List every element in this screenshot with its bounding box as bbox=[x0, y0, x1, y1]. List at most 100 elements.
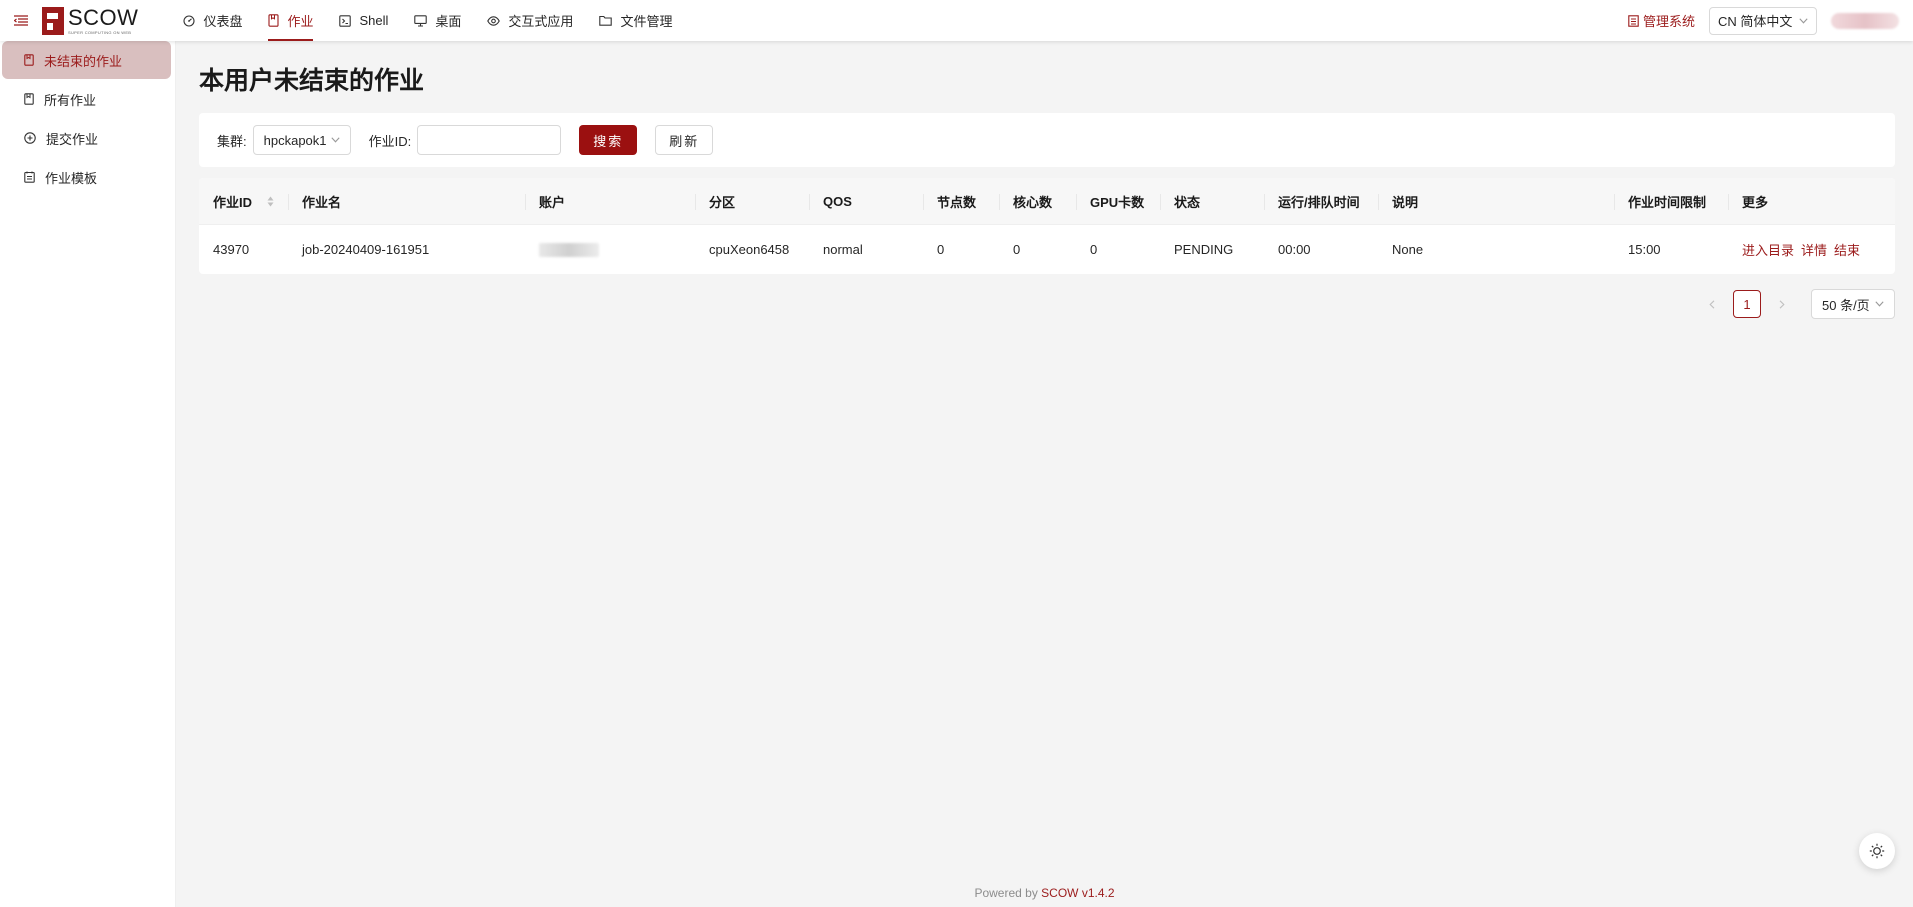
footer: Powered by SCOW v1.4.2 bbox=[176, 886, 1913, 900]
column-header-label: 账户 bbox=[539, 194, 566, 210]
nav-item-label: 文件管理 bbox=[620, 14, 673, 29]
prev-page-icon[interactable] bbox=[1697, 289, 1727, 319]
page-size-value: 50 条/页 bbox=[1822, 297, 1870, 313]
sidebar-item-label: 所有作业 bbox=[44, 92, 97, 108]
column-header-label: 核心数 bbox=[1013, 194, 1053, 210]
column-header-state: 状态 bbox=[1160, 178, 1264, 225]
nav-item-interactive-apps[interactable]: 交互式应用 bbox=[474, 0, 586, 41]
column-header-label: 作业时间限制 bbox=[1628, 194, 1707, 210]
desktop-icon bbox=[414, 14, 428, 27]
chevron-down-icon bbox=[331, 137, 340, 143]
page-size-select[interactable]: 50 条/页 bbox=[1811, 289, 1895, 319]
sidebar-item-all-jobs[interactable]: 所有作业 bbox=[2, 80, 171, 118]
cell-time-limit: 15:00 bbox=[1628, 242, 1661, 257]
nav-item-label: 作业 bbox=[287, 14, 314, 29]
sidebar-item-label: 提交作业 bbox=[46, 131, 99, 147]
language-select[interactable]: CN 简体中文 bbox=[1709, 6, 1817, 35]
theme-toggle-button[interactable] bbox=[1859, 833, 1895, 869]
column-header-label: 节点数 bbox=[937, 194, 977, 210]
column-header-label: 分区 bbox=[709, 194, 736, 210]
nav-item-jobs[interactable]: 作业 bbox=[255, 0, 326, 41]
cell-state: PENDING bbox=[1174, 242, 1234, 257]
logo-mark-icon bbox=[42, 6, 64, 35]
column-header-job-id[interactable]: 作业ID bbox=[199, 178, 288, 225]
nav-item-dashboard[interactable]: 仪表盘 bbox=[170, 0, 255, 41]
template-icon bbox=[24, 171, 35, 183]
column-header-account: 账户 bbox=[525, 178, 695, 225]
cell-actions: 进入目录 详情 结束 bbox=[1728, 225, 1895, 274]
job-icon bbox=[24, 54, 34, 66]
job-icon bbox=[268, 14, 280, 27]
list-icon bbox=[1628, 14, 1639, 27]
column-header-job-name: 作业名 bbox=[288, 178, 525, 225]
dashboard-icon bbox=[183, 14, 196, 27]
nav-item-label: 桌面 bbox=[435, 14, 462, 29]
nav-item-file-manager[interactable]: 文件管理 bbox=[586, 0, 685, 41]
user-menu[interactable] bbox=[1831, 12, 1899, 29]
logo-subtitle: SUPER COMPUTING ON WEB bbox=[68, 29, 132, 35]
cell-job-id: 43970 bbox=[213, 242, 250, 257]
nav-item-desktop[interactable]: 桌面 bbox=[401, 0, 474, 41]
next-page-icon[interactable] bbox=[1767, 289, 1797, 319]
eye-icon bbox=[487, 15, 501, 26]
plus-circle-icon bbox=[24, 132, 36, 144]
column-header-reason: 说明 bbox=[1378, 178, 1614, 225]
sidebar-item-running-jobs[interactable]: 未结束的作业 bbox=[2, 41, 171, 79]
end-job-link[interactable]: 结束 bbox=[1834, 240, 1860, 259]
top-header: SCOW SUPER COMPUTING ON WEB 仪表盘 作业 Shell bbox=[0, 0, 1913, 41]
footer-brand-link[interactable]: SCOW bbox=[1041, 886, 1078, 900]
column-header-label: GPU卡数 bbox=[1090, 194, 1145, 210]
details-link[interactable]: 详情 bbox=[1801, 240, 1827, 259]
column-header-label: 状态 bbox=[1174, 194, 1201, 210]
shell-icon bbox=[339, 14, 352, 27]
account-redacted bbox=[539, 242, 599, 257]
page-number[interactable]: 1 bbox=[1733, 290, 1761, 318]
column-header-more: 更多 bbox=[1728, 178, 1895, 225]
footer-prefix: Powered by bbox=[974, 886, 1042, 900]
nav-item-label: Shell bbox=[359, 13, 389, 28]
refresh-button[interactable]: 刷新 bbox=[655, 125, 714, 155]
page-title: 本用户未结束的作业 bbox=[199, 67, 425, 95]
column-header-label: QOS bbox=[823, 193, 852, 209]
column-header-run-time: 运行/排队时间 bbox=[1264, 178, 1378, 225]
filter-form: 集群: hpckapok1 作业ID: 搜索 刷新 bbox=[199, 113, 1895, 167]
table-header: 作业ID 作业名 账户 分区 QOS 节点数 核心数 GPU卡数 状态 运行/排… bbox=[199, 178, 1895, 225]
pagination: 1 50 条/页 bbox=[1697, 289, 1895, 319]
sidebar-item-submit-job[interactable]: 提交作业 bbox=[2, 119, 171, 157]
cell-reason: None bbox=[1392, 242, 1424, 257]
language-select-value: CN 简体中文 bbox=[1718, 14, 1793, 29]
cell-cores: 0 bbox=[1013, 242, 1021, 257]
job-icon bbox=[24, 93, 34, 105]
chevron-down-icon bbox=[1875, 301, 1884, 307]
logo[interactable]: SCOW SUPER COMPUTING ON WEB bbox=[42, 4, 139, 35]
management-system-link[interactable]: 管理系统 bbox=[1628, 11, 1695, 30]
cell-qos: normal bbox=[823, 242, 863, 257]
sidebar-item-label: 未结束的作业 bbox=[44, 53, 123, 69]
cluster-select[interactable]: hpckapok1 bbox=[252, 125, 351, 155]
enter-directory-link[interactable]: 进入目录 bbox=[1742, 240, 1794, 259]
footer-version: v1.4.2 bbox=[1078, 886, 1115, 900]
nav-item-shell[interactable]: Shell bbox=[326, 0, 401, 41]
sidebar-item-job-templates[interactable]: 作业模板 bbox=[2, 158, 171, 196]
main-content: 本用户未结束的作业 集群: hpckapok1 作业ID: 搜索 刷新 作业ID… bbox=[176, 41, 1913, 907]
column-header-gpus: GPU卡数 bbox=[1076, 178, 1160, 225]
jobid-input[interactable] bbox=[417, 125, 562, 155]
sidebar-item-label: 作业模板 bbox=[45, 170, 98, 186]
cluster-select-value: hpckapok1 bbox=[263, 132, 327, 148]
logo-name: SCOW bbox=[68, 4, 139, 30]
jobs-table: 作业ID 作业名 账户 分区 QOS 节点数 核心数 GPU卡数 状态 运行/排… bbox=[199, 178, 1895, 274]
cell-account bbox=[525, 225, 695, 274]
column-header-label: 作业名 bbox=[302, 194, 342, 210]
sort-icon[interactable] bbox=[267, 196, 274, 207]
column-header-cores: 核心数 bbox=[999, 178, 1076, 225]
menu-toggle-icon[interactable] bbox=[0, 0, 42, 41]
cell-gpus: 0 bbox=[1090, 242, 1098, 257]
cell-partition: cpuXeon6458 bbox=[709, 242, 790, 257]
search-button[interactable]: 搜索 bbox=[579, 125, 638, 155]
column-header-qos: QOS bbox=[809, 178, 923, 225]
column-header-time-limit: 作业时间限制 bbox=[1614, 178, 1728, 225]
column-header-label: 运行/排队时间 bbox=[1278, 194, 1360, 210]
cell-job-name: job-20240409-161951 bbox=[302, 242, 430, 257]
column-header-partition: 分区 bbox=[695, 178, 809, 225]
cell-run-time: 00:00 bbox=[1278, 242, 1311, 257]
